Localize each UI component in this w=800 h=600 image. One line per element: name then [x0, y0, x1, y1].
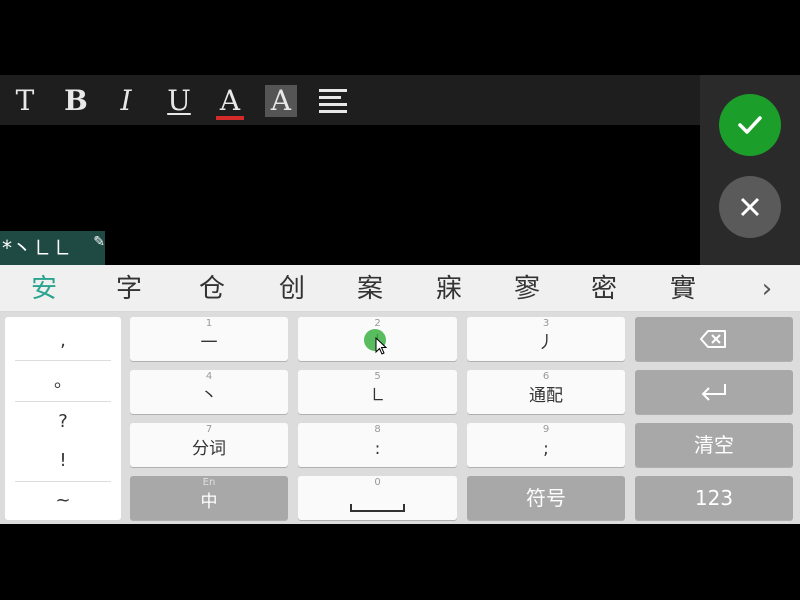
key-label: 中	[200, 492, 218, 512]
confirm-button[interactable]	[719, 94, 781, 156]
key-number: 4	[205, 371, 213, 382]
candidate-item[interactable]: 创	[272, 273, 312, 305]
key-number: 9	[542, 424, 550, 435]
punct-period[interactable]: 。	[13, 362, 113, 402]
key-label: 清空	[694, 433, 734, 457]
highlight-button[interactable]: A	[265, 85, 297, 117]
key-number: 7	[205, 424, 213, 435]
key-number: 1	[205, 318, 213, 329]
key-number: 0	[374, 477, 381, 488]
divider	[15, 360, 111, 361]
backspace-icon	[700, 330, 726, 348]
key-number: 2	[374, 318, 381, 329]
font-color-button[interactable]: A	[212, 83, 248, 120]
key-number: 5	[374, 371, 381, 382]
key-label: ;	[543, 439, 549, 459]
key-semicolon[interactable]: 9 ;	[467, 423, 625, 467]
key-label: 丿	[537, 333, 555, 353]
candidate-bar: 安 字 仓 创 案 寐 寥 密 實 ›	[0, 265, 800, 312]
key-sublabel: En	[202, 477, 216, 488]
key-colon[interactable]: 8 :	[298, 423, 457, 467]
key-stroke-heng[interactable]: 1 一	[130, 317, 288, 361]
space-button[interactable]: 0	[298, 476, 457, 520]
key-label: 123	[694, 486, 734, 510]
bold-button[interactable]: B	[58, 83, 94, 119]
format-toolbar	[0, 75, 700, 125]
punctuation-column: , 。 ? ! ~	[5, 317, 121, 520]
candidate-item[interactable]: 安	[24, 273, 64, 305]
key-wildcard[interactable]: 6 通配	[467, 370, 625, 414]
key-stroke-zhe[interactable]: 5 ㇗	[298, 370, 457, 414]
stroke-input-display: *丶㇗㇗ ✎	[0, 231, 105, 265]
text-style-button[interactable]: T	[7, 83, 43, 119]
key-stroke-dian[interactable]: 4 丶	[130, 370, 288, 414]
font-color-swatch	[216, 116, 244, 120]
backspace-button[interactable]	[635, 317, 793, 361]
punct-tilde[interactable]: ~	[13, 481, 113, 521]
candidate-item[interactable]: 密	[584, 273, 624, 305]
key-number: 6	[542, 371, 550, 382]
key-stroke-pie[interactable]: 3 丿	[467, 317, 625, 361]
close-icon	[740, 197, 760, 217]
check-icon	[738, 116, 762, 134]
enter-icon	[701, 384, 726, 401]
pencil-icon[interactable]: ✎	[93, 225, 105, 259]
candidate-item[interactable]: 實	[663, 273, 703, 305]
underline-button[interactable]: U	[161, 83, 197, 119]
key-label: 一	[200, 333, 218, 353]
italic-button[interactable]: I	[108, 83, 144, 119]
candidate-item[interactable]: 字	[109, 273, 149, 305]
key-label: 分词	[192, 439, 226, 459]
key-label: ㇗	[369, 386, 386, 406]
candidate-item[interactable]: 寥	[507, 273, 547, 305]
key-label: 丶	[200, 386, 218, 406]
numeric-keyboard-button[interactable]: 123	[635, 476, 793, 520]
align-icon[interactable]	[319, 89, 347, 115]
enter-button[interactable]	[635, 370, 793, 414]
punct-question[interactable]: ?	[13, 402, 113, 442]
candidate-item[interactable]: 仓	[192, 273, 232, 305]
key-label: 通配	[529, 386, 563, 406]
space-icon	[350, 504, 405, 512]
key-segment[interactable]: 7 分词	[130, 423, 288, 467]
key-number: 8	[374, 424, 381, 435]
mouse-cursor-icon	[375, 337, 387, 355]
font-color-label: A	[219, 84, 241, 117]
cancel-button[interactable]	[719, 176, 781, 238]
language-switch-button[interactable]: En 中	[130, 476, 288, 520]
candidate-item[interactable]: 寐	[429, 273, 469, 305]
chevron-right-icon[interactable]: ›	[752, 273, 782, 305]
key-label: 符号	[526, 486, 566, 510]
key-label: :	[374, 439, 381, 459]
symbols-button[interactable]: 符号	[467, 476, 625, 520]
punct-exclaim[interactable]: !	[13, 441, 113, 481]
key-number: 3	[542, 318, 550, 329]
clear-button[interactable]: 清空	[635, 423, 793, 467]
stroke-input-text: *丶㇗㇗	[2, 236, 72, 260]
punct-comma[interactable]: ,	[13, 321, 113, 361]
candidate-item[interactable]: 案	[350, 273, 390, 305]
keyboard: , 。 ? ! ~ 1 一 2 丨 3 丿 4 丶 5 ㇗ 6 通配	[0, 312, 800, 524]
